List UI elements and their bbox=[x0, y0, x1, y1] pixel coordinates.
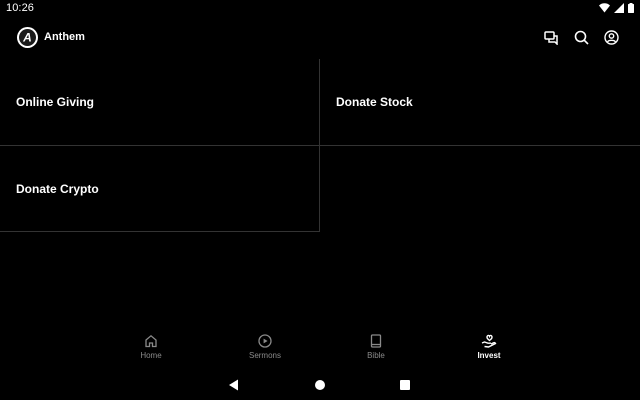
recents-icon bbox=[400, 380, 410, 390]
nav-label-sermons: Sermons bbox=[248, 351, 281, 360]
app-bar: A Anthem bbox=[0, 17, 640, 59]
app-actions bbox=[543, 29, 620, 46]
status-icons bbox=[599, 3, 634, 13]
nav-item-sermons[interactable]: Sermons bbox=[235, 334, 295, 360]
battery-icon bbox=[628, 3, 634, 13]
giving-options-grid: Online Giving Donate Stock Donate Crypto bbox=[0, 59, 640, 232]
logo-mark-icon: A bbox=[19, 29, 36, 46]
nav-label-invest: Invest bbox=[477, 351, 501, 360]
anthem-logo: A bbox=[17, 27, 38, 48]
nav-label-home: Home bbox=[140, 351, 162, 360]
tile-online-giving[interactable]: Online Giving bbox=[0, 59, 320, 146]
home-icon bbox=[145, 334, 157, 348]
chat-icon bbox=[544, 30, 558, 45]
status-time: 10:26 bbox=[6, 2, 35, 14]
app-title: Anthem bbox=[44, 31, 85, 43]
tile-donate-stock[interactable]: Donate Stock bbox=[320, 59, 640, 146]
hand-heart-icon bbox=[481, 334, 497, 348]
tile-donate-crypto[interactable]: Donate Crypto bbox=[0, 146, 320, 232]
nav-label-bible: Bible bbox=[367, 351, 385, 360]
system-recents-button[interactable] bbox=[397, 377, 413, 393]
back-icon bbox=[229, 379, 238, 391]
tile-label: Online Giving bbox=[16, 95, 95, 109]
search-button[interactable] bbox=[573, 29, 590, 46]
home-circle-icon bbox=[315, 380, 325, 390]
tile-label: Donate Crypto bbox=[16, 181, 99, 196]
account-icon bbox=[604, 30, 619, 45]
logo-letter: A bbox=[22, 31, 32, 45]
wifi-icon bbox=[599, 3, 610, 13]
search-icon bbox=[574, 30, 589, 45]
book-icon bbox=[370, 334, 382, 348]
signal-icon bbox=[614, 3, 624, 13]
status-bar: 10:26 bbox=[0, 0, 640, 17]
system-nav-bar bbox=[0, 370, 640, 400]
nav-item-invest[interactable]: Invest bbox=[459, 334, 519, 360]
chat-button[interactable] bbox=[543, 29, 560, 46]
system-back-button[interactable] bbox=[226, 377, 242, 393]
nav-item-bible[interactable]: Bible bbox=[346, 334, 406, 360]
account-button[interactable] bbox=[603, 29, 620, 46]
play-circle-icon bbox=[258, 334, 272, 348]
tile-label: Donate Stock bbox=[336, 95, 413, 109]
system-home-button[interactable] bbox=[312, 377, 328, 393]
nav-item-home[interactable]: Home bbox=[121, 334, 181, 360]
bottom-nav: Home Sermons Bible Invest bbox=[0, 330, 640, 370]
